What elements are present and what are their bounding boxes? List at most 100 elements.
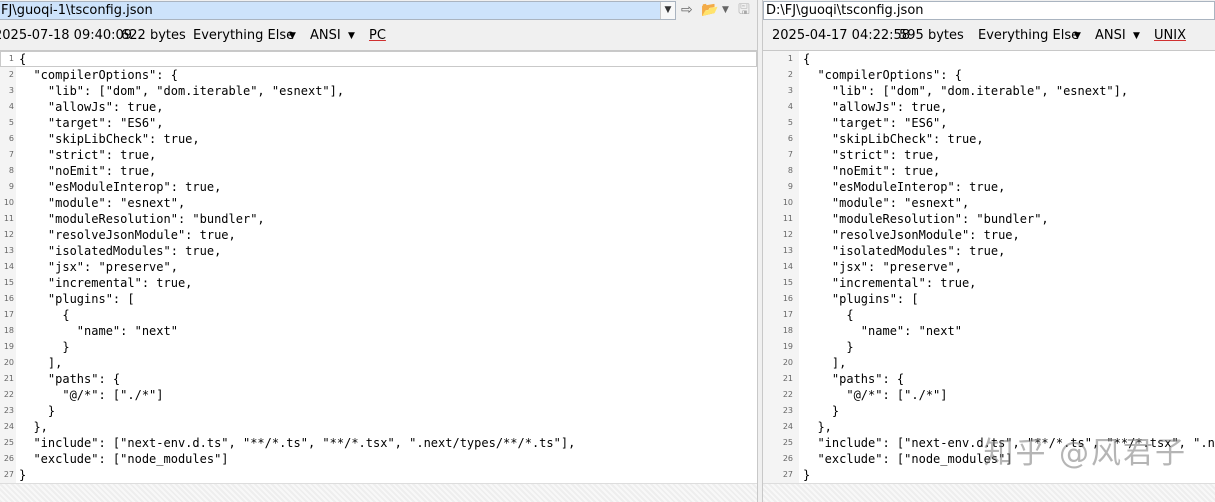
code-line[interactable]: 10 "module": "esnext", bbox=[0, 195, 757, 211]
code-line[interactable]: 4 "allowJs": true, bbox=[0, 99, 757, 115]
code-line[interactable]: 11 "moduleResolution": "bundler", bbox=[763, 211, 1215, 227]
code-line[interactable]: 1{ bbox=[763, 51, 1215, 67]
code-line[interactable]: 7 "strict": true, bbox=[763, 147, 1215, 163]
code-line[interactable]: 12 "resolveJsonModule": true, bbox=[0, 227, 757, 243]
code-line[interactable]: 19 } bbox=[0, 339, 757, 355]
code-text: "resolveJsonModule": true, bbox=[803, 228, 1020, 242]
code-text: "incremental": true, bbox=[19, 276, 193, 290]
code-line[interactable]: 27} bbox=[0, 467, 757, 483]
line-number: 19 bbox=[782, 342, 793, 351]
left-path-text: FJ\guoqi-1\tsconfig.json bbox=[1, 3, 153, 18]
left-editor[interactable]: 1{2 "compilerOptions": {3 "lib": ["dom",… bbox=[0, 50, 757, 502]
code-text: } bbox=[19, 468, 27, 482]
code-line[interactable]: 16 "plugins": [ bbox=[0, 291, 757, 307]
line-number: 13 bbox=[782, 246, 793, 255]
code-line[interactable]: 26 "exclude": ["node_modules"] bbox=[0, 451, 757, 467]
line-number: 6 bbox=[8, 134, 14, 143]
code-line[interactable]: 21 "paths": { bbox=[763, 371, 1215, 387]
chevron-down-icon[interactable]: ▼ bbox=[660, 2, 675, 19]
right-path-text: D:\FJ\guoqi\tsconfig.json bbox=[766, 3, 924, 18]
line-number: 12 bbox=[3, 230, 14, 239]
code-line[interactable]: 20 ], bbox=[0, 355, 757, 371]
code-text: "paths": { bbox=[803, 372, 905, 386]
code-line[interactable]: 14 "jsx": "preserve", bbox=[763, 259, 1215, 275]
line-number: 12 bbox=[782, 230, 793, 239]
line-number: 2 bbox=[787, 70, 793, 79]
line-number: 14 bbox=[782, 262, 793, 271]
chevron-down-icon[interactable]: ▼ bbox=[348, 24, 355, 48]
code-line[interactable]: 17 { bbox=[0, 307, 757, 323]
code-line[interactable]: 12 "resolveJsonModule": true, bbox=[763, 227, 1215, 243]
code-line[interactable]: 15 "incremental": true, bbox=[0, 275, 757, 291]
refresh-icon[interactable]: ⇨ bbox=[681, 1, 693, 20]
code-line[interactable]: 22 "@/*": ["./*"] bbox=[763, 387, 1215, 403]
code-line[interactable]: 6 "skipLibCheck": true, bbox=[0, 131, 757, 147]
code-line[interactable]: 13 "isolatedModules": true, bbox=[0, 243, 757, 259]
right-encoding-select[interactable]: ANSI bbox=[1095, 24, 1126, 48]
code-line[interactable]: 8 "noEmit": true, bbox=[0, 163, 757, 179]
code-line[interactable]: 5 "target": "ES6", bbox=[0, 115, 757, 131]
left-horizontal-scrollbar[interactable] bbox=[0, 483, 757, 502]
save-icon[interactable]: 🖫 bbox=[738, 1, 750, 20]
code-text: } bbox=[803, 468, 811, 482]
code-text: "moduleResolution": "bundler", bbox=[19, 212, 265, 226]
line-number: 7 bbox=[8, 150, 14, 159]
line-number: 23 bbox=[3, 406, 14, 415]
right-eol-select[interactable]: UNIX bbox=[1154, 24, 1186, 48]
line-number: 19 bbox=[3, 342, 14, 351]
code-text: } bbox=[803, 340, 854, 354]
left-code-area[interactable]: 1{2 "compilerOptions": {3 "lib": ["dom",… bbox=[0, 51, 757, 484]
code-text: "exclude": ["node_modules"] bbox=[19, 452, 229, 466]
code-line[interactable]: 20 ], bbox=[763, 355, 1215, 371]
right-code-area[interactable]: 1{2 "compilerOptions": {3 "lib": ["dom",… bbox=[763, 51, 1215, 484]
right-horizontal-scrollbar[interactable] bbox=[763, 483, 1215, 502]
chevron-down-icon[interactable]: ▼ bbox=[1074, 24, 1081, 48]
code-text: ], bbox=[803, 356, 847, 370]
code-line[interactable]: 7 "strict": true, bbox=[0, 147, 757, 163]
code-line[interactable]: 1{ bbox=[0, 51, 757, 67]
left-info-bar: 2025-07-18 09:40:09 622 bytes Everything… bbox=[0, 24, 757, 48]
code-line[interactable]: 23 } bbox=[763, 403, 1215, 419]
code-line[interactable]: 2 "compilerOptions": { bbox=[0, 67, 757, 83]
code-line[interactable]: 21 "paths": { bbox=[0, 371, 757, 387]
code-line[interactable]: 5 "target": "ES6", bbox=[763, 115, 1215, 131]
code-line[interactable]: 4 "allowJs": true, bbox=[763, 99, 1215, 115]
code-line[interactable]: 9 "esModuleInterop": true, bbox=[0, 179, 757, 195]
left-filter-select[interactable]: Everything Else bbox=[193, 24, 294, 48]
code-line[interactable]: 14 "jsx": "preserve", bbox=[0, 259, 757, 275]
code-line[interactable]: 16 "plugins": [ bbox=[763, 291, 1215, 307]
code-text: } bbox=[19, 340, 70, 354]
code-line[interactable]: 9 "esModuleInterop": true, bbox=[763, 179, 1215, 195]
right-filter-select[interactable]: Everything Else bbox=[978, 24, 1079, 48]
code-line[interactable]: 19 } bbox=[763, 339, 1215, 355]
code-line[interactable]: 17 { bbox=[763, 307, 1215, 323]
code-line[interactable]: 3 "lib": ["dom", "dom.iterable", "esnext… bbox=[0, 83, 757, 99]
code-text: }, bbox=[19, 420, 48, 434]
code-line[interactable]: 8 "noEmit": true, bbox=[763, 163, 1215, 179]
chevron-down-icon[interactable]: ▼ bbox=[1133, 24, 1140, 48]
left-path-input[interactable]: FJ\guoqi-1\tsconfig.json ▼ bbox=[0, 1, 676, 20]
code-line[interactable]: 6 "skipLibCheck": true, bbox=[763, 131, 1215, 147]
line-number: 16 bbox=[3, 294, 14, 303]
code-line[interactable]: 3 "lib": ["dom", "dom.iterable", "esnext… bbox=[763, 83, 1215, 99]
folder-open-icon[interactable]: 📂 bbox=[701, 1, 718, 20]
code-line[interactable]: 22 "@/*": ["./*"] bbox=[0, 387, 757, 403]
code-line[interactable]: 18 "name": "next" bbox=[763, 323, 1215, 339]
code-line[interactable]: 25 "include": ["next-env.d.ts", "**/*.ts… bbox=[0, 435, 757, 451]
left-eol-select[interactable]: PC bbox=[369, 24, 386, 48]
code-line[interactable]: 23 } bbox=[0, 403, 757, 419]
right-path-input[interactable]: D:\FJ\guoqi\tsconfig.json bbox=[763, 1, 1215, 20]
left-encoding-select[interactable]: ANSI bbox=[310, 24, 341, 48]
code-line[interactable]: 15 "incremental": true, bbox=[763, 275, 1215, 291]
code-line[interactable]: 11 "moduleResolution": "bundler", bbox=[0, 211, 757, 227]
code-line[interactable]: 13 "isolatedModules": true, bbox=[763, 243, 1215, 259]
code-text: "noEmit": true, bbox=[19, 164, 157, 178]
code-line[interactable]: 10 "module": "esnext", bbox=[763, 195, 1215, 211]
chevron-down-icon[interactable]: ▼ bbox=[289, 24, 296, 48]
code-text: "plugins": [ bbox=[803, 292, 919, 306]
line-number: 25 bbox=[782, 438, 793, 447]
code-line[interactable]: 18 "name": "next" bbox=[0, 323, 757, 339]
code-line[interactable]: 2 "compilerOptions": { bbox=[763, 67, 1215, 83]
code-line[interactable]: 24 }, bbox=[0, 419, 757, 435]
chevron-down-icon[interactable]: ▼ bbox=[722, 1, 729, 20]
